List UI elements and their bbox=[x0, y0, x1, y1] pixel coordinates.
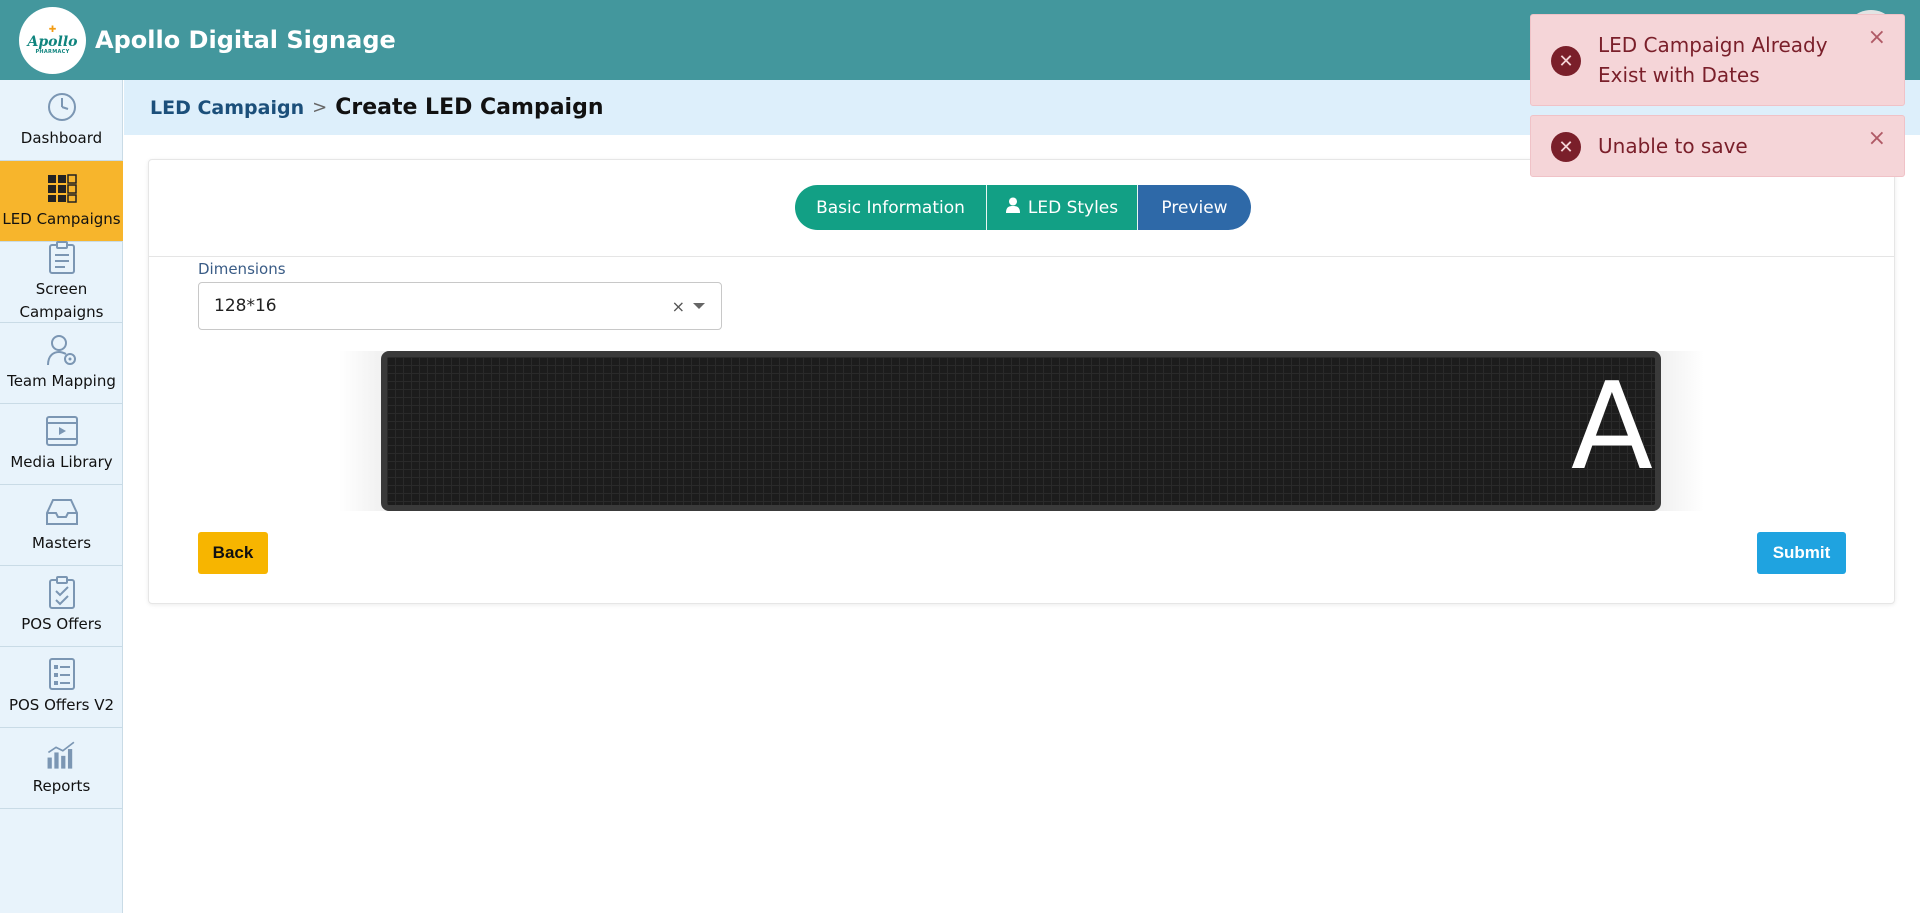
divider bbox=[149, 256, 1894, 257]
sidebar-item-label: Reports bbox=[32, 777, 91, 795]
back-button[interactable]: Back bbox=[198, 532, 268, 574]
close-icon[interactable]: × bbox=[1868, 126, 1886, 151]
chevron-down-icon[interactable] bbox=[693, 303, 705, 309]
dimensions-label: Dimensions bbox=[198, 260, 286, 278]
campaign-form-card: Basic Information LED Styles Preview Dim… bbox=[148, 159, 1895, 604]
led-scrolling-text: A bbox=[1570, 358, 1653, 497]
user-icon bbox=[1005, 197, 1020, 218]
logo-text: Apollo bbox=[27, 33, 78, 50]
dimensions-select[interactable]: 128*16 × bbox=[198, 282, 722, 330]
sidebar-item-pos-offers[interactable]: POS Offers bbox=[0, 566, 123, 647]
breadcrumb-separator: > bbox=[312, 97, 328, 118]
sidebar-item-label: POS Offers bbox=[21, 615, 102, 633]
inbox-icon bbox=[45, 495, 79, 529]
clipboard-icon bbox=[45, 240, 79, 275]
sidebar-item-label: Masters bbox=[31, 534, 92, 552]
error-icon: ✕ bbox=[1551, 132, 1581, 162]
sidebar-item-label: Screen Campaigns bbox=[19, 279, 104, 321]
sidebar-item-label: POS Offers V2 bbox=[8, 696, 115, 714]
sidebar-item-label: Media Library bbox=[10, 453, 113, 471]
sidebar-item-masters[interactable]: Masters bbox=[0, 485, 123, 566]
clipboard-check-icon bbox=[45, 576, 79, 610]
logo-subtext: PHARMACY bbox=[35, 48, 70, 55]
list-doc-icon bbox=[45, 657, 79, 691]
dashboard-icon bbox=[45, 90, 79, 124]
sidebar-item-label: Team Mapping bbox=[7, 372, 116, 390]
sidebar-item-screen-campaigns[interactable]: Screen Campaigns bbox=[0, 240, 123, 323]
close-icon[interactable]: × bbox=[1868, 25, 1886, 50]
user-gear-icon bbox=[45, 333, 79, 367]
sidebar-item-pos-offers-v2[interactable]: POS Offers V2 bbox=[0, 647, 123, 728]
clear-icon[interactable]: × bbox=[672, 297, 685, 316]
sidebar-item-team-mapping[interactable]: Team Mapping bbox=[0, 323, 123, 404]
sidebar-item-label: LED Campaigns bbox=[2, 210, 121, 228]
sidebar: Dashboard LED Campaigns Screen Campaigns… bbox=[0, 80, 123, 913]
error-toast: ✕ LED Campaign Already Exist with Dates … bbox=[1530, 14, 1905, 106]
tab-basic-information[interactable]: Basic Information bbox=[795, 185, 987, 230]
bar-chart-icon bbox=[45, 738, 79, 772]
led-display-panel: A bbox=[381, 351, 1661, 511]
sidebar-item-label: Dashboard bbox=[20, 129, 103, 147]
page-title: Create LED Campaign bbox=[335, 95, 604, 120]
led-preview-area: A bbox=[339, 351, 1704, 511]
led-grid-icon bbox=[45, 171, 79, 205]
apollo-logo[interactable]: ✚ Apollo PHARMACY bbox=[19, 6, 86, 74]
tab-preview[interactable]: Preview bbox=[1138, 185, 1251, 230]
error-icon: ✕ bbox=[1551, 46, 1581, 76]
toast-message: Unable to save bbox=[1598, 134, 1748, 158]
error-toast: ✕ Unable to save × bbox=[1530, 115, 1905, 177]
tab-led-styles-label: LED Styles bbox=[1027, 197, 1119, 218]
toast-message: LED Campaign Already Exist with Dates bbox=[1598, 33, 1828, 87]
app-title: Apollo Digital Signage bbox=[95, 26, 396, 54]
sidebar-item-reports[interactable]: Reports bbox=[0, 728, 123, 809]
video-icon bbox=[45, 414, 79, 448]
tab-led-styles[interactable]: LED Styles bbox=[987, 185, 1138, 230]
breadcrumb-parent-link[interactable]: LED Campaign bbox=[150, 97, 304, 119]
step-tabs: Basic Information LED Styles Preview bbox=[795, 185, 1251, 230]
sidebar-item-media-library[interactable]: Media Library bbox=[0, 404, 123, 485]
dimensions-value: 128*16 bbox=[214, 296, 277, 316]
submit-button[interactable]: Submit bbox=[1757, 532, 1846, 574]
sidebar-item-dashboard[interactable]: Dashboard bbox=[0, 80, 123, 161]
sidebar-item-led-campaigns[interactable]: LED Campaigns bbox=[0, 161, 123, 242]
